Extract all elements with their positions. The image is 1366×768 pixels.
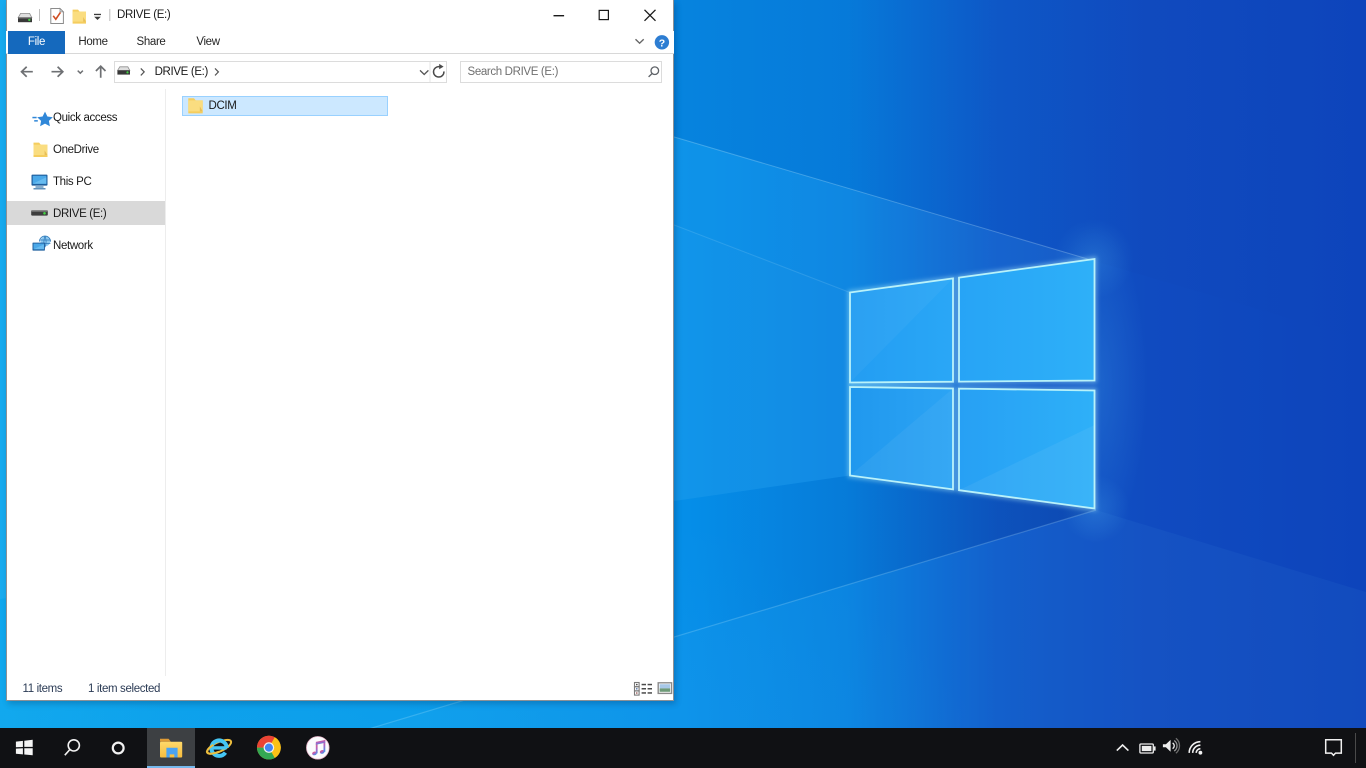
svg-text:?: ?: [659, 37, 665, 49]
